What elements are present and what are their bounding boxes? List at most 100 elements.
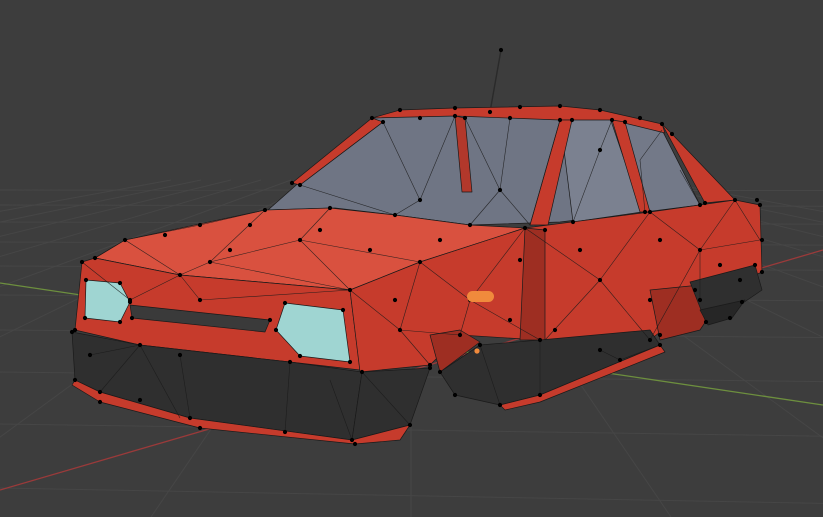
mesh-vertex[interactable] bbox=[739, 299, 745, 305]
mesh-vertex[interactable] bbox=[137, 397, 143, 403]
mesh-vertex[interactable] bbox=[498, 47, 504, 53]
mesh-vertex[interactable] bbox=[197, 425, 203, 431]
mesh-vertex[interactable] bbox=[437, 369, 443, 375]
mesh-vertex[interactable] bbox=[552, 327, 558, 333]
mesh-vertex[interactable] bbox=[397, 327, 403, 333]
mesh-vertex[interactable] bbox=[317, 227, 323, 233]
mesh-vertex[interactable] bbox=[347, 287, 353, 293]
mesh-vertex[interactable] bbox=[542, 227, 548, 233]
mesh-vertex[interactable] bbox=[657, 332, 663, 338]
mesh-vertex[interactable] bbox=[262, 207, 268, 213]
mesh-vertex[interactable] bbox=[703, 319, 709, 325]
mesh-vertex[interactable] bbox=[647, 297, 653, 303]
mesh-vertex[interactable] bbox=[177, 352, 183, 358]
mesh-vertex[interactable] bbox=[642, 209, 648, 215]
mesh-vertex[interactable] bbox=[659, 121, 665, 127]
car-mesh[interactable] bbox=[69, 47, 765, 447]
mesh-vertex[interactable] bbox=[727, 315, 733, 321]
mesh-vertex[interactable] bbox=[273, 327, 279, 333]
mesh-vertex[interactable] bbox=[340, 307, 346, 313]
mesh-vertex[interactable] bbox=[457, 332, 463, 338]
mesh-vertex[interactable] bbox=[737, 277, 743, 283]
mesh-vertex[interactable] bbox=[557, 103, 563, 109]
mesh-vertex[interactable] bbox=[452, 113, 458, 119]
mesh-vertex[interactable] bbox=[97, 399, 103, 405]
mesh-vertex[interactable] bbox=[347, 359, 353, 365]
mesh-vertex[interactable] bbox=[79, 259, 85, 265]
mesh-vertex[interactable] bbox=[129, 315, 135, 321]
mesh-vertex[interactable] bbox=[82, 315, 88, 321]
mesh-vertex[interactable] bbox=[117, 319, 123, 325]
mesh-vertex[interactable] bbox=[247, 222, 253, 228]
mesh-vertex[interactable] bbox=[69, 329, 75, 335]
mesh-vertex[interactable] bbox=[702, 200, 708, 206]
mesh-vertex[interactable] bbox=[392, 212, 398, 218]
mesh-vertex[interactable] bbox=[759, 269, 765, 275]
mesh-vertex[interactable] bbox=[517, 104, 523, 110]
mesh-vertex[interactable] bbox=[407, 422, 413, 428]
mesh-vertex[interactable] bbox=[427, 365, 433, 371]
mesh-vertex[interactable] bbox=[597, 107, 603, 113]
mesh-vertex[interactable] bbox=[297, 353, 303, 359]
mesh-vertex[interactable] bbox=[497, 402, 503, 408]
mesh-vertex[interactable] bbox=[697, 247, 703, 253]
mesh-vertex[interactable] bbox=[752, 262, 758, 268]
mesh-vertex[interactable] bbox=[487, 109, 493, 115]
mesh-vertex[interactable] bbox=[437, 237, 443, 243]
mesh-vertex[interactable] bbox=[72, 377, 78, 383]
mesh-vertex[interactable] bbox=[117, 280, 123, 286]
mesh-vertex[interactable] bbox=[327, 205, 333, 211]
mesh-vertex[interactable] bbox=[197, 222, 203, 228]
mesh-vertex[interactable] bbox=[557, 117, 563, 123]
mesh-vertex[interactable] bbox=[697, 297, 703, 303]
mesh-vertex[interactable] bbox=[122, 237, 128, 243]
mesh-vertex[interactable] bbox=[83, 277, 89, 283]
mesh-vertex[interactable] bbox=[369, 115, 375, 121]
mesh-vertex[interactable] bbox=[282, 300, 288, 306]
mesh-vertex[interactable] bbox=[380, 119, 386, 125]
mesh-vertex[interactable] bbox=[417, 115, 423, 121]
mesh-vertex[interactable] bbox=[227, 247, 233, 253]
mesh-vertex[interactable] bbox=[522, 225, 528, 231]
mesh-vertex[interactable] bbox=[597, 147, 603, 153]
mesh-vertex[interactable] bbox=[417, 259, 423, 265]
mesh-vertex[interactable] bbox=[569, 117, 575, 123]
mesh-vertex[interactable] bbox=[617, 357, 623, 363]
mesh-vertex[interactable] bbox=[622, 119, 628, 125]
mesh-vertex[interactable] bbox=[349, 437, 355, 443]
mesh-vertex[interactable] bbox=[537, 392, 543, 398]
mesh-vertex[interactable] bbox=[297, 182, 303, 188]
mesh-vertex[interactable] bbox=[392, 297, 398, 303]
mesh-vertex[interactable] bbox=[282, 429, 288, 435]
mesh-vertex[interactable] bbox=[757, 202, 763, 208]
viewport-canvas[interactable] bbox=[0, 0, 823, 517]
mesh-vertex[interactable] bbox=[467, 222, 473, 228]
mesh-vertex[interactable] bbox=[477, 342, 483, 348]
mesh-vertex[interactable] bbox=[597, 347, 603, 353]
mesh-vertex[interactable] bbox=[517, 257, 523, 263]
mesh-vertex[interactable] bbox=[452, 392, 458, 398]
mesh-vertex[interactable] bbox=[497, 187, 503, 193]
mesh-vertex[interactable] bbox=[297, 237, 303, 243]
mesh-vertex[interactable] bbox=[507, 115, 513, 121]
mesh-vertex[interactable] bbox=[397, 107, 403, 113]
mesh-vertex[interactable] bbox=[417, 197, 423, 203]
mesh-vertex[interactable] bbox=[657, 342, 663, 348]
mesh-vertex[interactable] bbox=[732, 197, 738, 203]
mesh-vertex[interactable] bbox=[577, 247, 583, 253]
mesh-vertex[interactable] bbox=[97, 389, 103, 395]
mesh-vertex[interactable] bbox=[287, 359, 293, 365]
mesh-vertex[interactable] bbox=[87, 352, 93, 358]
mesh-vertex[interactable] bbox=[647, 337, 653, 343]
mesh-vertex[interactable] bbox=[692, 287, 698, 293]
mesh-vertex[interactable] bbox=[637, 115, 643, 121]
mesh-vertex[interactable] bbox=[507, 317, 513, 323]
mesh-vertex[interactable] bbox=[267, 317, 273, 323]
mesh-vertex[interactable] bbox=[452, 105, 458, 111]
mesh-vertex[interactable] bbox=[570, 219, 576, 225]
mesh-vertex[interactable] bbox=[197, 297, 203, 303]
mesh-vertex[interactable] bbox=[359, 369, 365, 375]
mesh-vertex[interactable] bbox=[137, 342, 143, 348]
mesh-vertex[interactable] bbox=[207, 259, 213, 265]
mesh-vertex[interactable] bbox=[597, 277, 603, 283]
